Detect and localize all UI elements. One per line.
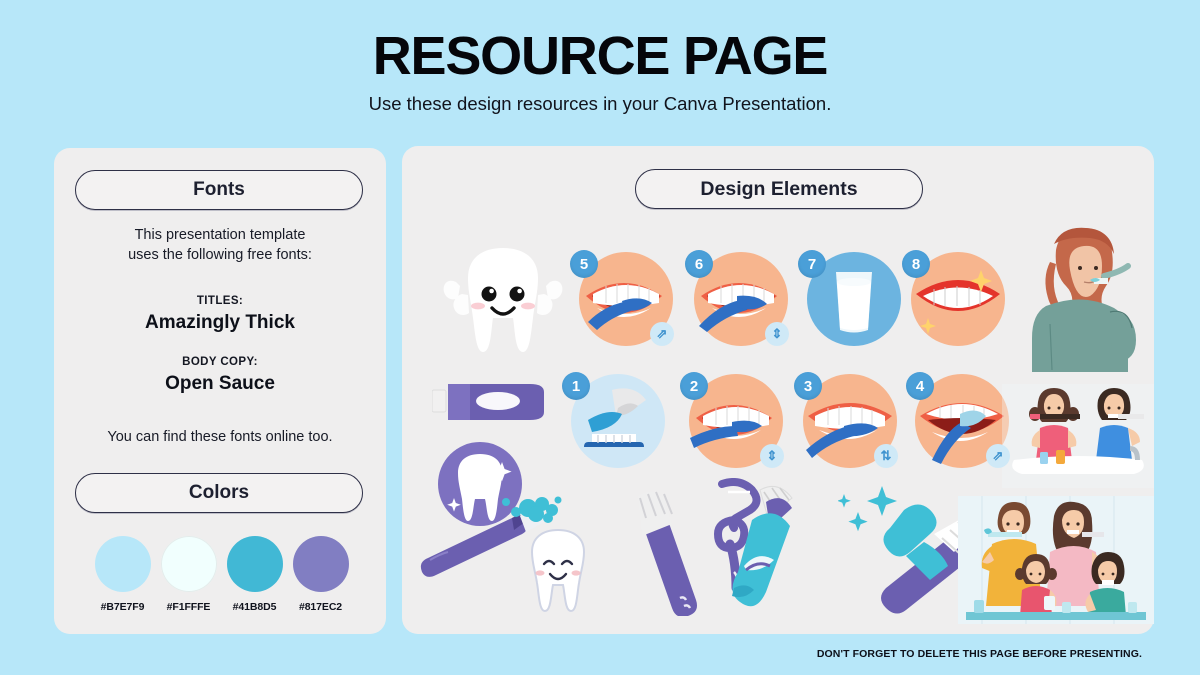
step-3-arrow-badge: ⇅ [874,444,898,468]
step-2-arrow-badge: ⇕ [760,444,784,468]
step-6-arrow-badge: ⇕ [765,322,789,346]
swatch-hex-label: #F1FFFE [166,601,211,613]
step-2-number-badge: 2 [680,372,708,400]
two-kids-brushing-at-sink-illustration [1002,384,1154,488]
step-2-illustration: 2 ⇕ [680,368,786,474]
slide: RESOURCE PAGE Use these design resources… [0,0,1200,675]
swatch-dot-purple [292,536,349,592]
step-5-arrow-badge: ⇗ [650,322,674,346]
fonts-and-colors-panel: Fonts This presentation template uses th… [54,148,386,634]
color-swatch: #B7E7F9 [94,536,151,613]
color-swatch: #817EC2 [292,536,349,613]
body-copy-font-name: Open Sauce [165,373,275,394]
swatch-dot-light-blue [94,536,151,592]
step-1-illustration: 1 [562,368,668,474]
step-4-arrow-badge: ⇗ [986,444,1010,468]
cyan-toothpaste-tube-icon [732,485,793,607]
swatch-dot-off-white [160,536,217,592]
step-6-illustration: 6 ⇕ [685,246,791,352]
step-7-illustration: 7 [798,246,904,352]
swatch-hex-label: #817EC2 [298,601,343,613]
step-1-number-badge: 1 [562,372,590,400]
happy-tooth-mascot-icon [443,248,563,352]
step-7-number-badge: 7 [798,250,826,278]
smiling-tooth-icon [530,528,586,613]
purple-toothbrush-icon [638,491,697,616]
step-3-illustration: 3 ⇅ [794,368,900,474]
titles-label: TITLES: [196,295,244,307]
fonts-outro-text: You can find these fonts online too. [107,429,333,445]
step-6-number-badge: 6 [685,250,713,278]
step-8-illustration: 8 [902,246,1008,352]
swatch-hex-label: #41B8D5 [232,601,277,613]
fonts-intro-text: This presentation template uses the foll… [54,226,386,265]
family-brushing-teeth-illustration [958,496,1154,624]
step-3-number-badge: 3 [794,372,822,400]
step-4-illustration: 4 ⇗ [906,368,1012,474]
step-5-illustration: 5 ⇗ [570,246,676,352]
purple-toothpaste-tube-icon [432,384,544,420]
design-elements-panel: Design Elements 5 ⇗ 6 ⇕ 7 8 1 2 ⇕ 3 ⇅ 4 … [402,146,1154,634]
page-title: RESOURCE PAGE [372,26,829,86]
swatch-hex-label: #B7E7F9 [100,601,145,613]
color-swatch: #41B8D5 [226,536,283,613]
woman-brushing-teeth-illustration [1032,227,1136,372]
step-4-number-badge: 4 [906,372,934,400]
swatch-dot-cyan [226,536,283,592]
color-swatch-row: #B7E7F9 #F1FFFE #41B8D5 #817EC2 [94,536,349,613]
titles-font-name: Amazingly Thick [145,312,295,333]
delete-page-reminder: DON'T FORGET TO DELETE THIS PAGE BEFORE … [816,648,1142,660]
step-5-number-badge: 5 [570,250,598,278]
page-subtitle: Use these design resources in your Canva… [368,93,832,114]
fonts-intro-line-2: uses the following free fonts: [128,246,312,263]
colors-pill-label: Colors [188,482,250,503]
fonts-pill-label: Fonts [193,179,245,200]
step-8-number-badge: 8 [902,250,930,278]
illustration-canvas: 5 ⇗ 6 ⇕ 7 8 1 2 ⇕ 3 ⇅ 4 ⇗ [402,146,1154,634]
colors-section-header: Colors [75,473,363,513]
fonts-intro-line-1: This presentation template [134,227,306,243]
color-swatch: #F1FFFE [160,536,217,613]
body-copy-label: BODY COPY: [182,356,258,368]
fonts-section-header: Fonts [75,170,363,210]
